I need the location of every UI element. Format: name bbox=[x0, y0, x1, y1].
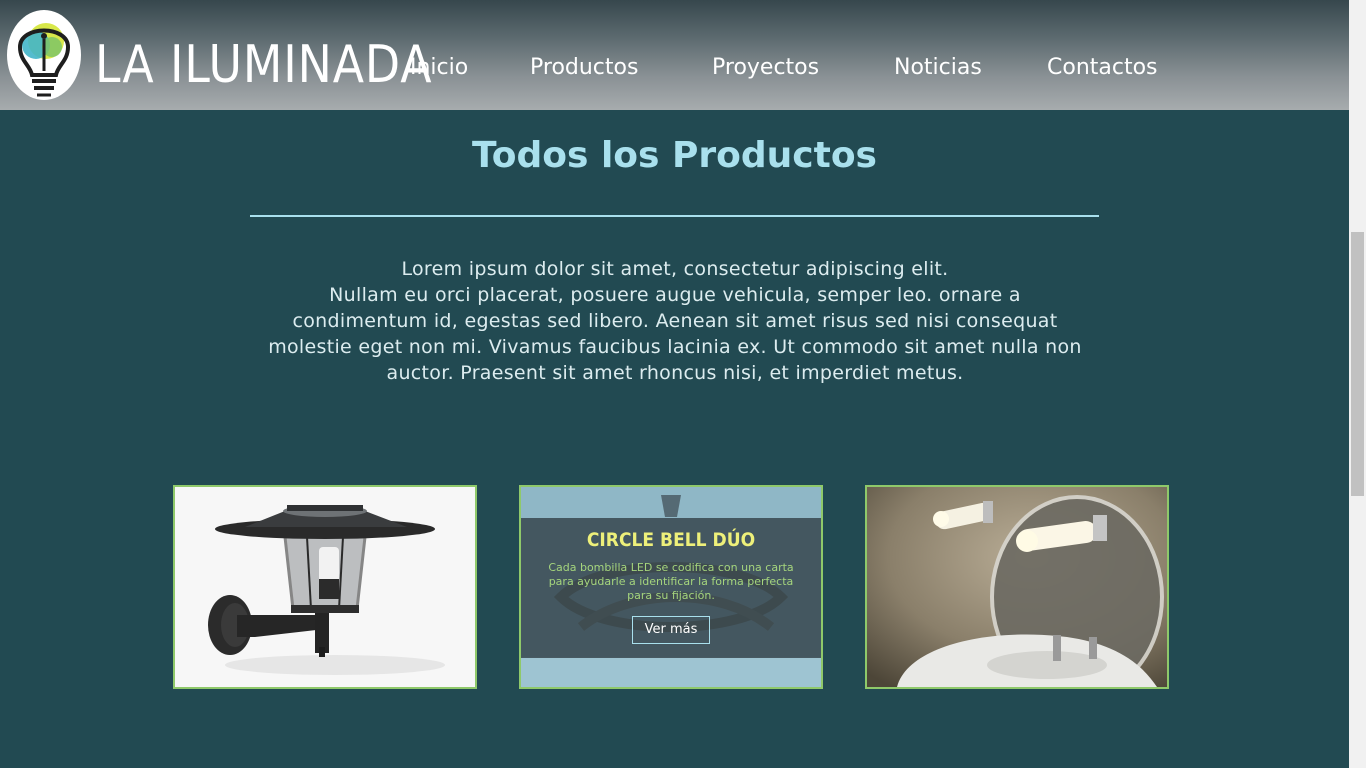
ver-mas-button[interactable]: Ver más bbox=[632, 616, 710, 644]
vertical-scrollbar[interactable] bbox=[1349, 0, 1366, 768]
brand-name[interactable]: LA ILUMINADA bbox=[95, 28, 432, 102]
bathroom-mirror-lights-image bbox=[867, 487, 1167, 687]
product-overlay: CIRCLE BELL DÚO Cada bombilla LED se cod… bbox=[521, 518, 821, 658]
intro-line: auctor. Praesent sit amet rhoncus nisi, … bbox=[386, 362, 964, 384]
intro-line: Nullam eu orci placerat, posuere augue v… bbox=[329, 284, 1021, 306]
nav-item-proyectos[interactable]: Proyectos bbox=[712, 49, 819, 87]
intro-line: Lorem ipsum dolor sit amet, consectetur … bbox=[401, 258, 949, 280]
intro-line: condimentum id, egestas sed libero. Aene… bbox=[292, 310, 1058, 332]
nav-item-contactos[interactable]: Contactos bbox=[1047, 49, 1158, 87]
nav-item-inicio[interactable]: Inicio bbox=[410, 49, 468, 87]
page-title: Todos los Productos bbox=[472, 135, 877, 176]
product-card-lantern[interactable] bbox=[173, 485, 477, 689]
product-card-bathroom-lights[interactable] bbox=[865, 485, 1169, 689]
page: LA ILUMINADA Inicio Productos Proyectos … bbox=[0, 0, 1366, 768]
lightbulb-logo-icon[interactable] bbox=[6, 9, 82, 101]
scrollbar-thumb[interactable] bbox=[1351, 232, 1364, 496]
intro-text: Lorem ipsum dolor sit amet, consectetur … bbox=[245, 256, 1105, 386]
nav-item-productos[interactable]: Productos bbox=[530, 49, 638, 87]
title-divider bbox=[250, 215, 1099, 217]
outdoor-wall-lantern-image bbox=[175, 487, 475, 687]
site-header: LA ILUMINADA Inicio Productos Proyectos … bbox=[0, 0, 1349, 110]
nav-item-noticias[interactable]: Noticias bbox=[894, 49, 982, 87]
product-card-circle-bell-duo[interactable]: CIRCLE BELL DÚO Cada bombilla LED se cod… bbox=[519, 485, 823, 689]
product-description: Cada bombilla LED se codifica con una ca… bbox=[548, 561, 794, 602]
product-title: CIRCLE BELL DÚO bbox=[586, 529, 756, 551]
intro-line: molestie eget non mi. Vivamus faucibus l… bbox=[268, 336, 1082, 358]
